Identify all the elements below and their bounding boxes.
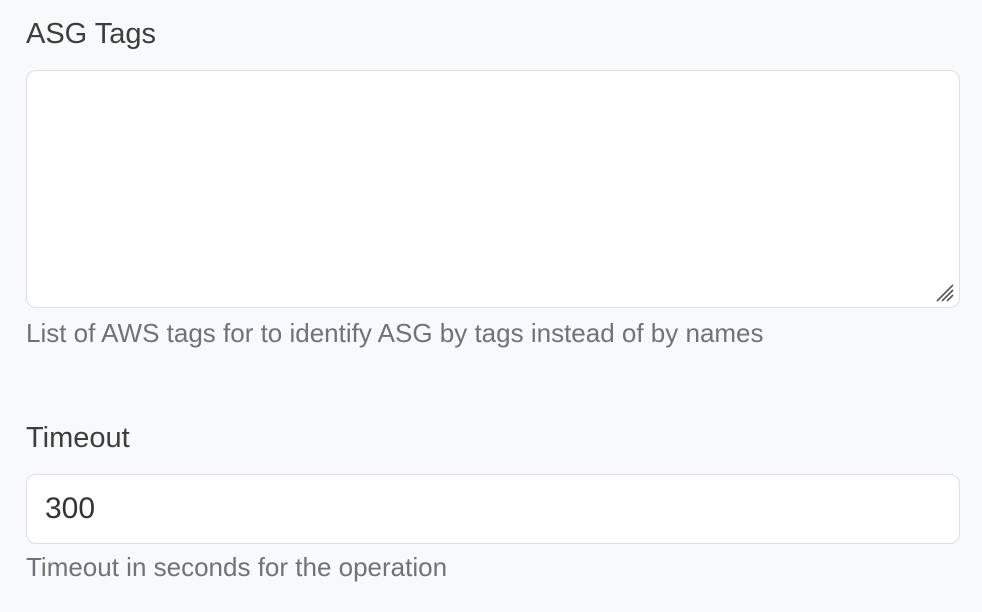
asg-tags-textarea[interactable] [27,71,959,307]
asg-tags-help-text: List of AWS tags for to identify ASG by … [26,318,764,348]
asg-tags-label: ASG Tags [26,18,157,50]
resize-grip-icon[interactable] [931,279,955,303]
asg-tags-textarea-container [26,70,960,308]
timeout-help-text: Timeout in seconds for the operation [26,552,448,582]
timeout-label: Timeout [26,422,130,454]
timeout-input[interactable] [26,474,960,544]
settings-form: ASG Tags List of AWS tags for to identif… [0,0,982,612]
